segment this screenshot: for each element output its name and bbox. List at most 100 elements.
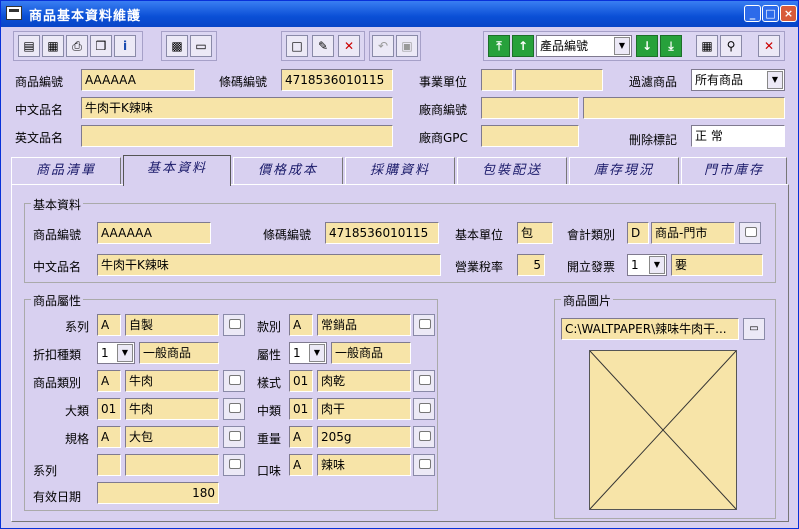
search-field-select[interactable]: 產品編號 ▼ — [536, 35, 632, 57]
maximize-button[interactable]: □ — [762, 5, 779, 22]
close-button[interactable]: × — [780, 5, 797, 22]
style-lookup-button[interactable] — [413, 314, 435, 336]
calculator-icon[interactable]: ▩ — [166, 35, 188, 57]
tab-inventory[interactable]: 庫存現況 — [569, 157, 679, 185]
en-name-field[interactable] — [81, 125, 393, 147]
tax-field[interactable]: 5 — [517, 254, 545, 276]
property-select[interactable]: 1 ▼ — [289, 342, 327, 364]
flavor-name-field[interactable]: 辣味 — [317, 454, 411, 476]
series2-code-field[interactable] — [97, 454, 121, 476]
picture-path-field[interactable]: C:\WALTPAPER\辣味牛肉干... — [561, 318, 739, 340]
toolbar-group-3: □ ✎ ✕ — [281, 31, 365, 61]
category-label: 商品類別 — [33, 376, 82, 390]
undo-icon[interactable]: ↶ — [372, 35, 394, 57]
info-icon[interactable]: i — [114, 35, 136, 57]
vendor-no-field[interactable] — [481, 97, 579, 119]
report-icon[interactable]: ▤ — [18, 35, 40, 57]
first-record-icon[interactable]: ⤒ — [488, 35, 510, 57]
major-code-field[interactable]: 01 — [97, 398, 121, 420]
barcode-field[interactable]: 4718536010115 — [281, 69, 393, 91]
business-unit-label: 事業單位 — [419, 75, 468, 89]
save-icon[interactable]: ▣ — [396, 35, 418, 57]
flavor-code-field[interactable]: A — [289, 454, 313, 476]
delete-icon[interactable]: ✕ — [338, 35, 360, 57]
tab-price-cost[interactable]: 價格成本 — [233, 157, 343, 185]
book-icon[interactable]: ❒ — [90, 35, 112, 57]
series-lookup-button[interactable] — [223, 314, 245, 336]
printer-icon[interactable]: ⎙ — [66, 35, 88, 57]
series2-name-field[interactable] — [125, 454, 219, 476]
vendor-gpc-label: 廠商GPC — [419, 131, 468, 145]
series-name-field[interactable]: 自製 — [125, 314, 219, 336]
category-name-field[interactable]: 牛肉 — [125, 370, 219, 392]
minimize-button[interactable]: _ — [744, 5, 761, 22]
business-unit-name-field[interactable] — [515, 69, 603, 91]
middle-lookup-button[interactable] — [413, 398, 435, 420]
acct-lookup-button[interactable] — [739, 222, 761, 244]
vendor-name-field[interactable] — [583, 97, 785, 119]
search-icon[interactable]: ⚲ — [720, 35, 742, 57]
unit-field[interactable]: 包 — [517, 222, 553, 244]
browse-image-icon[interactable]: ▭ — [743, 318, 765, 340]
series2-lookup-button[interactable] — [223, 454, 245, 476]
form-icon[interactable]: ▦ — [42, 35, 64, 57]
middle-code-field[interactable]: 01 — [289, 398, 313, 420]
invoice-value-field[interactable]: 要 — [671, 254, 763, 276]
major-label: 大類 — [65, 404, 90, 418]
weight-lookup-button[interactable] — [413, 426, 435, 448]
last-record-icon[interactable]: ⤓ — [660, 35, 682, 57]
tab-product-list[interactable]: 商品清單 — [11, 157, 121, 185]
business-unit-code-field[interactable] — [481, 69, 513, 91]
invoice-select[interactable]: 1 ▼ — [627, 254, 667, 276]
major-lookup-button[interactable] — [223, 398, 245, 420]
acct-code-field[interactable]: D — [627, 222, 649, 244]
spec-code-field[interactable]: A — [97, 426, 121, 448]
middle-name-field[interactable]: 肉干 — [317, 398, 411, 420]
grid-icon[interactable]: ▦ — [696, 35, 718, 57]
spec-lookup-button[interactable] — [223, 426, 245, 448]
expiry-field[interactable]: 180 — [97, 482, 219, 504]
tab-purchasing[interactable]: 採購資料 — [345, 157, 455, 185]
exit-icon[interactable]: ✕ — [758, 35, 780, 57]
pattern-lookup-button[interactable] — [413, 370, 435, 392]
style-code-field[interactable]: A — [289, 314, 313, 336]
basic-barcode-field[interactable]: 4718536010115 — [325, 222, 439, 244]
toolbar-group-1: ▤ ▦ ⎙ ❒ i — [13, 31, 143, 61]
prev-record-icon[interactable]: ↑ — [512, 35, 534, 57]
category-lookup-button[interactable] — [223, 370, 245, 392]
style-name-field[interactable]: 常銷品 — [317, 314, 411, 336]
discount-select[interactable]: 1 ▼ — [97, 342, 135, 364]
pattern-name-field[interactable]: 肉乾 — [317, 370, 411, 392]
message-icon[interactable]: ▭ — [190, 35, 212, 57]
pattern-code-field[interactable]: 01 — [289, 370, 313, 392]
property-name-field[interactable]: 一般商品 — [331, 342, 411, 364]
product-picture-group: 商品圖片 C:\WALTPAPER\辣味牛肉干... ▭ — [554, 292, 776, 519]
flavor-label: 口味 — [257, 464, 282, 478]
major-name-field[interactable]: 牛肉 — [125, 398, 219, 420]
tab-store-stock[interactable]: 門市庫存 — [681, 157, 787, 185]
product-no-field[interactable]: AAAAAA — [81, 69, 195, 91]
toolbar-group-5: ⤒ ↑ 產品編號 ▼ ↓ ⤓ ▦ ⚲ ✕ — [483, 31, 785, 61]
edit-icon[interactable]: ✎ — [312, 35, 334, 57]
tab-basic-info[interactable]: 基本資料 — [123, 155, 231, 186]
new-icon[interactable]: □ — [286, 35, 308, 57]
vendor-gpc-field[interactable] — [481, 125, 579, 147]
discount-name-field[interactable]: 一般商品 — [139, 342, 219, 364]
next-record-icon[interactable]: ↓ — [636, 35, 658, 57]
weight-code-field[interactable]: A — [289, 426, 313, 448]
spec-name-field[interactable]: 大包 — [125, 426, 219, 448]
category-code-field[interactable]: A — [97, 370, 121, 392]
cn-name-field[interactable]: 牛肉干K辣味 — [81, 97, 393, 119]
series-code-field[interactable]: A — [97, 314, 121, 336]
style-label: 款別 — [257, 320, 282, 334]
filter-select[interactable]: 所有商品 ▼ — [691, 69, 785, 91]
delete-mark-field: 正 常 — [691, 125, 785, 147]
toolbar-group-4: ↶ ▣ — [369, 31, 421, 61]
basic-product-no-field[interactable]: AAAAAA — [97, 222, 211, 244]
flavor-lookup-button[interactable] — [413, 454, 435, 476]
tab-packaging[interactable]: 包裝配送 — [457, 157, 567, 185]
weight-name-field[interactable]: 205g — [317, 426, 411, 448]
acct-name-field[interactable]: 商品-門市 — [651, 222, 735, 244]
basic-cn-name-field[interactable]: 牛肉干K辣味 — [97, 254, 441, 276]
title-bar: 商品基本資料維護 _ □ × — [1, 1, 798, 27]
